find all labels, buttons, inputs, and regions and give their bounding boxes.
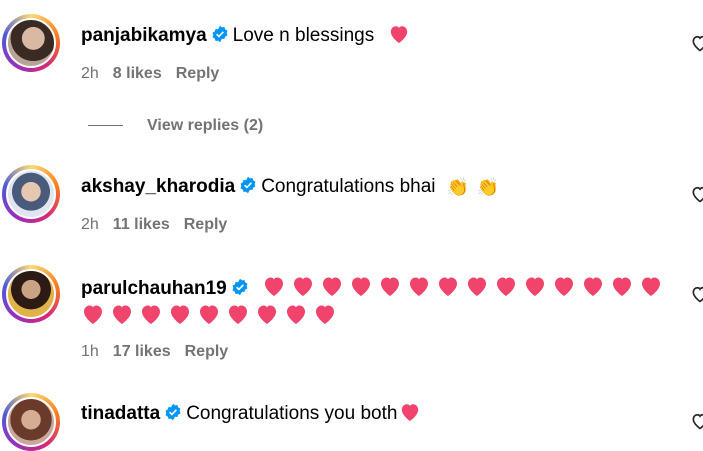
- reply-button[interactable]: Reply: [184, 216, 228, 233]
- username[interactable]: panjabikamya: [81, 25, 207, 46]
- avatar[interactable]: [6, 269, 56, 319]
- hearts-row-2: [81, 305, 342, 327]
- avatar-ring[interactable]: [2, 265, 60, 323]
- heart-emoji-icon: [349, 275, 373, 304]
- heart-emoji-icon: [226, 303, 250, 332]
- timestamp: 2h: [81, 65, 99, 82]
- comment-line: akshay_kharodia Congratulations bhai 👏 👏: [81, 175, 499, 201]
- comment-text: Congratulations bhai: [261, 176, 436, 197]
- avatar-ring[interactable]: [2, 165, 60, 223]
- comment-text: Congratulations you both: [186, 403, 398, 424]
- comment-meta: 2h 8 likes Reply: [81, 64, 219, 84]
- heart-emoji-icon: [399, 402, 421, 429]
- likes-count[interactable]: 17 likes: [113, 343, 171, 360]
- heart-emoji-icon: [436, 275, 460, 304]
- timestamp: 2h: [81, 216, 99, 233]
- likes-count[interactable]: 8 likes: [113, 65, 162, 82]
- heart-emoji-icon: [523, 275, 547, 304]
- heart-emoji-icon: [494, 275, 518, 304]
- verified-badge-icon: [211, 25, 229, 50]
- avatar-ring[interactable]: [2, 393, 60, 451]
- heart-emoji-icon: [262, 275, 286, 304]
- heart-emoji-icon: [313, 303, 337, 332]
- username[interactable]: akshay_kharodia: [81, 176, 235, 197]
- comment-line: parulchauhan19: [81, 275, 668, 304]
- view-replies-label: View replies (2): [147, 117, 264, 134]
- clapping-hands-emoji-icon: 👏: [446, 177, 470, 197]
- heart-emoji-icon: [552, 275, 576, 304]
- heart-emoji-icon: [465, 275, 489, 304]
- timestamp: 1h: [81, 343, 99, 360]
- heart-emoji-icon: [378, 275, 402, 304]
- avatar[interactable]: [6, 397, 56, 447]
- likes-count[interactable]: 11 likes: [113, 216, 170, 233]
- heart-emoji-icon: [284, 303, 308, 332]
- heart-emoji-icon: [388, 24, 410, 51]
- heart-emoji-icon: [320, 275, 344, 304]
- avatar[interactable]: [6, 18, 56, 68]
- like-heart-outline-icon[interactable]: [690, 33, 703, 53]
- heart-emoji-icon: [81, 303, 105, 332]
- avatar[interactable]: [6, 169, 56, 219]
- heart-emoji-icon: [168, 303, 192, 332]
- like-heart-outline-icon[interactable]: [690, 184, 703, 204]
- comment-line: tinadatta Congratulations you both: [81, 402, 421, 429]
- heart-emoji-icon: [255, 303, 279, 332]
- heart-emoji-icon: [197, 303, 221, 332]
- reply-button[interactable]: Reply: [185, 343, 229, 360]
- heart-emoji-icon: [639, 275, 663, 304]
- comment-meta: 1h 17 likes Reply: [81, 342, 228, 362]
- comment-line: panjabikamya Love n blessings: [81, 24, 410, 51]
- clapping-hands-emoji-icon: 👏: [476, 177, 499, 197]
- comment-line-2: [81, 303, 342, 332]
- heart-emoji-icon: [581, 275, 605, 304]
- verified-badge-icon: [239, 176, 257, 201]
- heart-emoji-icon: [610, 275, 634, 304]
- verified-badge-icon: [231, 278, 249, 303]
- avatar-ring[interactable]: [2, 14, 60, 72]
- reply-button[interactable]: Reply: [176, 65, 220, 82]
- comment-meta: 2h 11 likes Reply: [81, 215, 227, 235]
- username[interactable]: tinadatta: [81, 403, 160, 424]
- heart-emoji-icon: [139, 303, 163, 332]
- like-heart-outline-icon[interactable]: [690, 411, 703, 431]
- heart-emoji-icon: [291, 275, 315, 304]
- verified-badge-icon: [164, 403, 182, 428]
- comment-text: Love n blessings: [232, 25, 375, 46]
- view-replies-button[interactable]: View replies (2): [88, 116, 263, 136]
- like-heart-outline-icon[interactable]: [690, 284, 703, 304]
- heart-emoji-icon: [407, 275, 431, 304]
- divider-dash: [88, 125, 123, 127]
- hearts-row-1: [262, 277, 668, 299]
- username[interactable]: parulchauhan19: [81, 278, 227, 299]
- heart-emoji-icon: [110, 303, 134, 332]
